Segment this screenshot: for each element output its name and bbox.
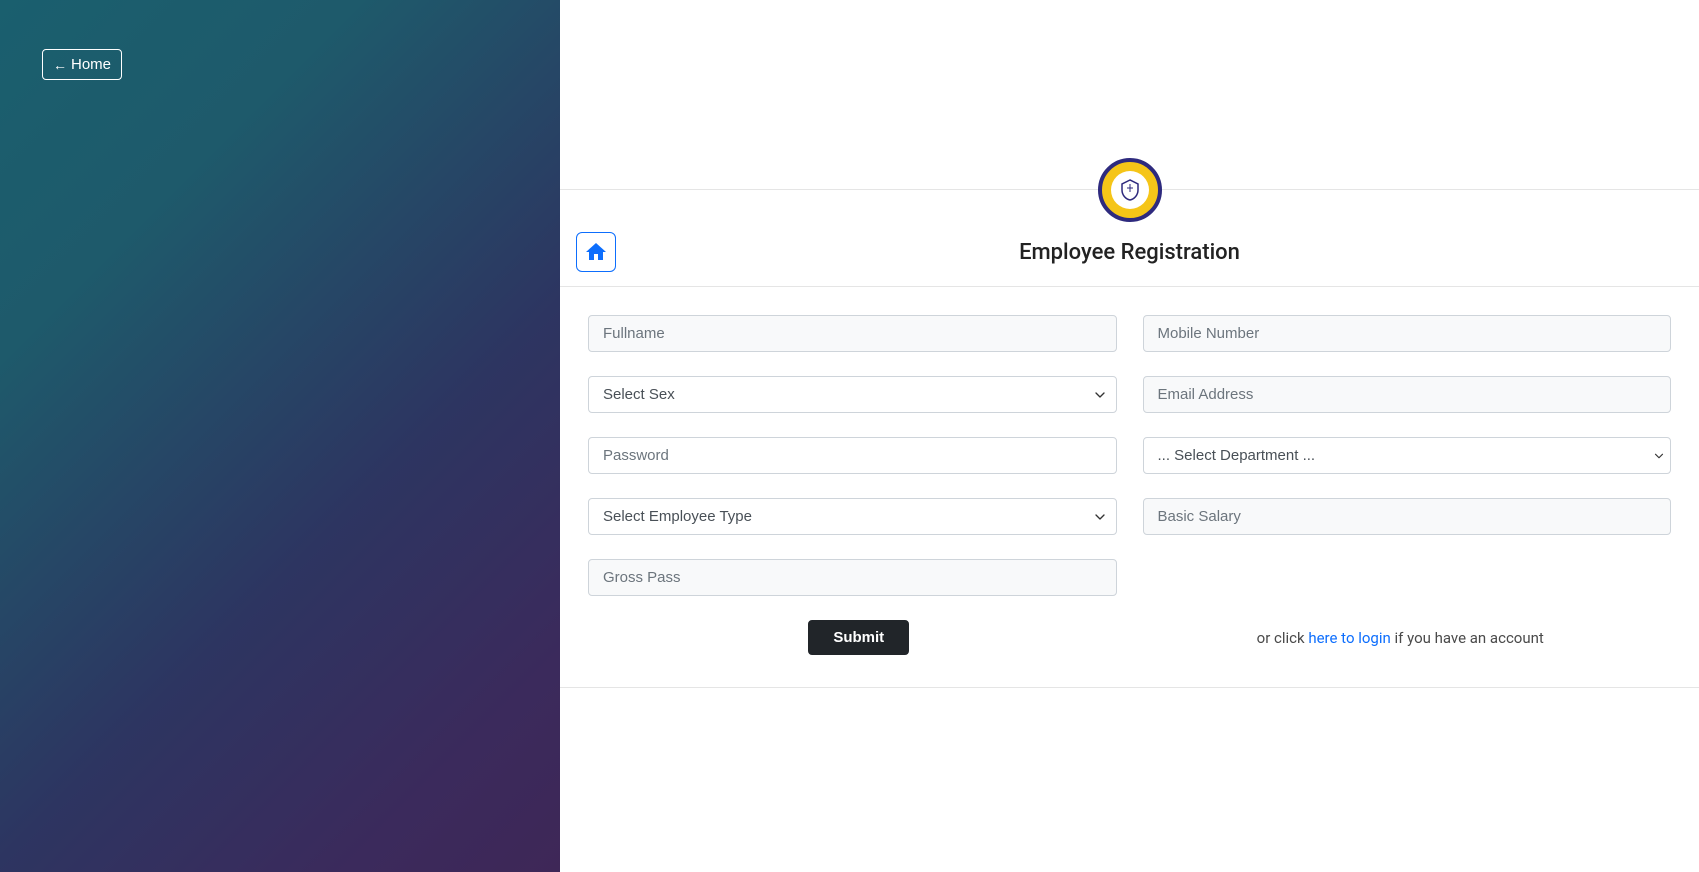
home-icon <box>584 240 608 264</box>
sex-field-container: Select Sex <box>588 376 1117 413</box>
home-icon-button[interactable] <box>576 232 616 272</box>
login-text-container: or click here to login if you have an ac… <box>1257 629 1544 647</box>
submit-button[interactable]: Submit <box>808 620 909 655</box>
registration-form: Select Sex ... Select Department ... <box>560 287 1699 687</box>
password-input[interactable] <box>588 437 1117 474</box>
gross-pass-input[interactable] <box>588 559 1117 596</box>
mobile-field-container <box>1143 315 1672 352</box>
email-field-container <box>1143 376 1672 413</box>
department-select[interactable]: ... Select Department ... <box>1143 437 1672 474</box>
mobile-input[interactable] <box>1143 315 1672 352</box>
employee-type-select[interactable]: Select Employee Type <box>588 498 1117 535</box>
login-column: or click here to login if you have an ac… <box>1130 628 1672 647</box>
employee-type-field-container: Select Employee Type <box>588 498 1117 535</box>
password-field-container <box>588 437 1117 474</box>
submit-column: Submit <box>588 620 1130 655</box>
email-input[interactable] <box>1143 376 1672 413</box>
basic-salary-input[interactable] <box>1143 498 1672 535</box>
salary-field-container <box>1143 498 1672 535</box>
logo-emblem-icon <box>1111 171 1149 209</box>
login-link[interactable]: here to login <box>1308 629 1390 647</box>
header-row: Employee Registration <box>560 222 1699 287</box>
fullname-input[interactable] <box>588 315 1117 352</box>
fullname-field-container <box>588 315 1117 352</box>
content-area: Employee Registration Select Sex <box>560 189 1699 688</box>
sex-select[interactable]: Select Sex <box>588 376 1117 413</box>
form-footer-row: Submit or click here to login if you hav… <box>588 620 1671 655</box>
bottom-divider <box>560 687 1699 688</box>
sidebar-home-label: Home <box>71 56 111 73</box>
form-grid: Select Sex ... Select Department ... <box>588 315 1671 596</box>
organization-logo <box>1098 158 1162 222</box>
login-suffix-text: if you have an account <box>1391 629 1544 647</box>
gross-pass-field-container <box>588 559 1117 596</box>
login-prefix-text: or click <box>1257 629 1309 647</box>
department-field-container: ... Select Department ... <box>1143 437 1672 474</box>
arrow-left-icon: ← <box>53 57 67 73</box>
main-content: Employee Registration Select Sex <box>560 0 1699 872</box>
sidebar-panel: ← Home <box>0 0 560 872</box>
logo-container <box>560 158 1699 222</box>
page-title: Employee Registration <box>1019 240 1240 265</box>
sidebar-home-button[interactable]: ← Home <box>42 49 122 80</box>
